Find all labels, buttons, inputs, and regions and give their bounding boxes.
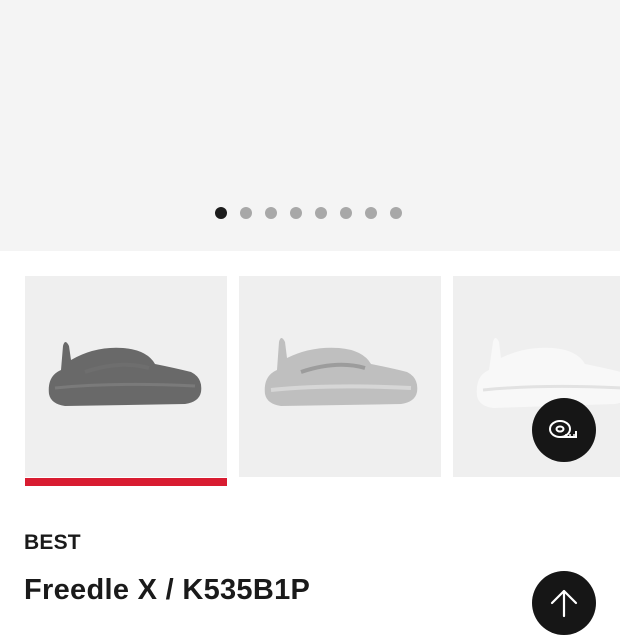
carousel-dot[interactable] bbox=[365, 207, 377, 219]
shoe-image bbox=[48, 342, 202, 406]
carousel-pagination bbox=[215, 207, 402, 219]
selected-indicator bbox=[25, 478, 227, 486]
thumbnail-grey[interactable] bbox=[239, 276, 441, 477]
thumbnail-black[interactable] bbox=[25, 276, 227, 486]
scroll-to-top-button[interactable] bbox=[532, 571, 596, 635]
shoe-image bbox=[264, 338, 418, 406]
size-guide-button[interactable] bbox=[532, 398, 596, 462]
carousel-dot[interactable] bbox=[215, 207, 227, 219]
carousel-dot[interactable] bbox=[315, 207, 327, 219]
carousel-dot[interactable] bbox=[290, 207, 302, 219]
color-thumbnail-list bbox=[25, 276, 620, 488]
product-title: Freedle X / K535B1P bbox=[24, 574, 311, 606]
carousel-dot[interactable] bbox=[265, 207, 277, 219]
carousel-dot[interactable] bbox=[340, 207, 352, 219]
arrow-up-icon bbox=[550, 589, 578, 618]
carousel-dot[interactable] bbox=[240, 207, 252, 219]
carousel-dot[interactable] bbox=[390, 207, 402, 219]
product-image-carousel[interactable] bbox=[0, 0, 620, 251]
product-badge: BEST bbox=[24, 531, 81, 554]
tape-measure-icon bbox=[549, 420, 577, 438]
